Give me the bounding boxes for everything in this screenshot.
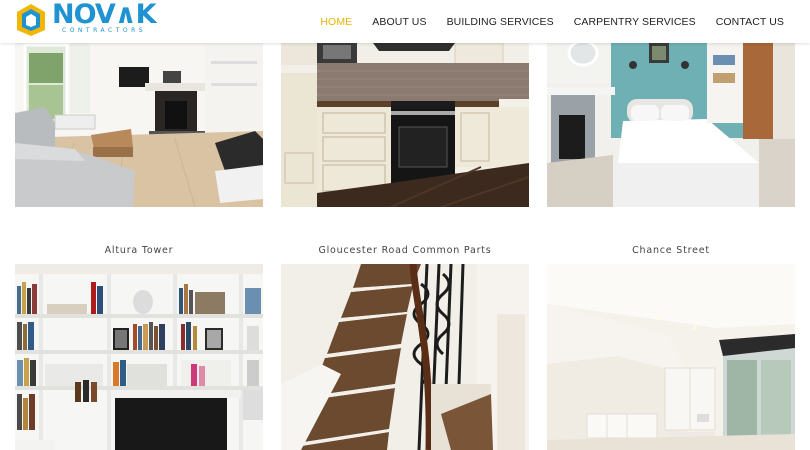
- caption-gloucester-road[interactable]: Gloucester Road Common Parts: [281, 245, 529, 256]
- nav-carpentry-services[interactable]: CARPENTRY SERVICES: [574, 16, 696, 28]
- chance-street-photo: [547, 264, 795, 450]
- caption-chance-street[interactable]: Chance Street: [547, 245, 795, 256]
- nav-building-services[interactable]: BUILDING SERVICES: [447, 16, 554, 28]
- nav-home[interactable]: HOME: [320, 16, 352, 28]
- nav-about-us[interactable]: ABOUT US: [372, 16, 426, 28]
- gallery-tile-kitchen[interactable]: [281, 43, 529, 207]
- gloucester-road-photo: [281, 264, 529, 450]
- logo-wordmark: NOV∧K: [52, 0, 157, 30]
- logo-house-icon: [17, 4, 45, 36]
- gallery-tile-bedroom[interactable]: [547, 43, 795, 207]
- nav-contact-us[interactable]: CONTACT US: [716, 16, 784, 28]
- kitchen-photo: [281, 43, 529, 207]
- gallery-tile-chance-street[interactable]: [547, 264, 795, 450]
- site-header: NOV∧K CONTRACTORS HOME ABOUT US BUILDING…: [0, 0, 810, 43]
- gallery-tile-gloucester-road[interactable]: [281, 264, 529, 450]
- gallery-tile-altura-tower[interactable]: [15, 264, 263, 450]
- logo-tagline: CONTRACTORS: [62, 27, 147, 34]
- living-room-photo: [15, 43, 263, 207]
- altura-tower-photo: [15, 264, 263, 450]
- main-nav: HOME ABOUT US BUILDING SERVICES CARPENTR…: [300, 0, 784, 43]
- bedroom-photo: [547, 43, 795, 207]
- gallery-tile-living-room[interactable]: [15, 43, 263, 207]
- caption-altura-tower[interactable]: Altura Tower: [15, 245, 263, 256]
- site-logo[interactable]: NOV∧K CONTRACTORS: [14, 0, 157, 38]
